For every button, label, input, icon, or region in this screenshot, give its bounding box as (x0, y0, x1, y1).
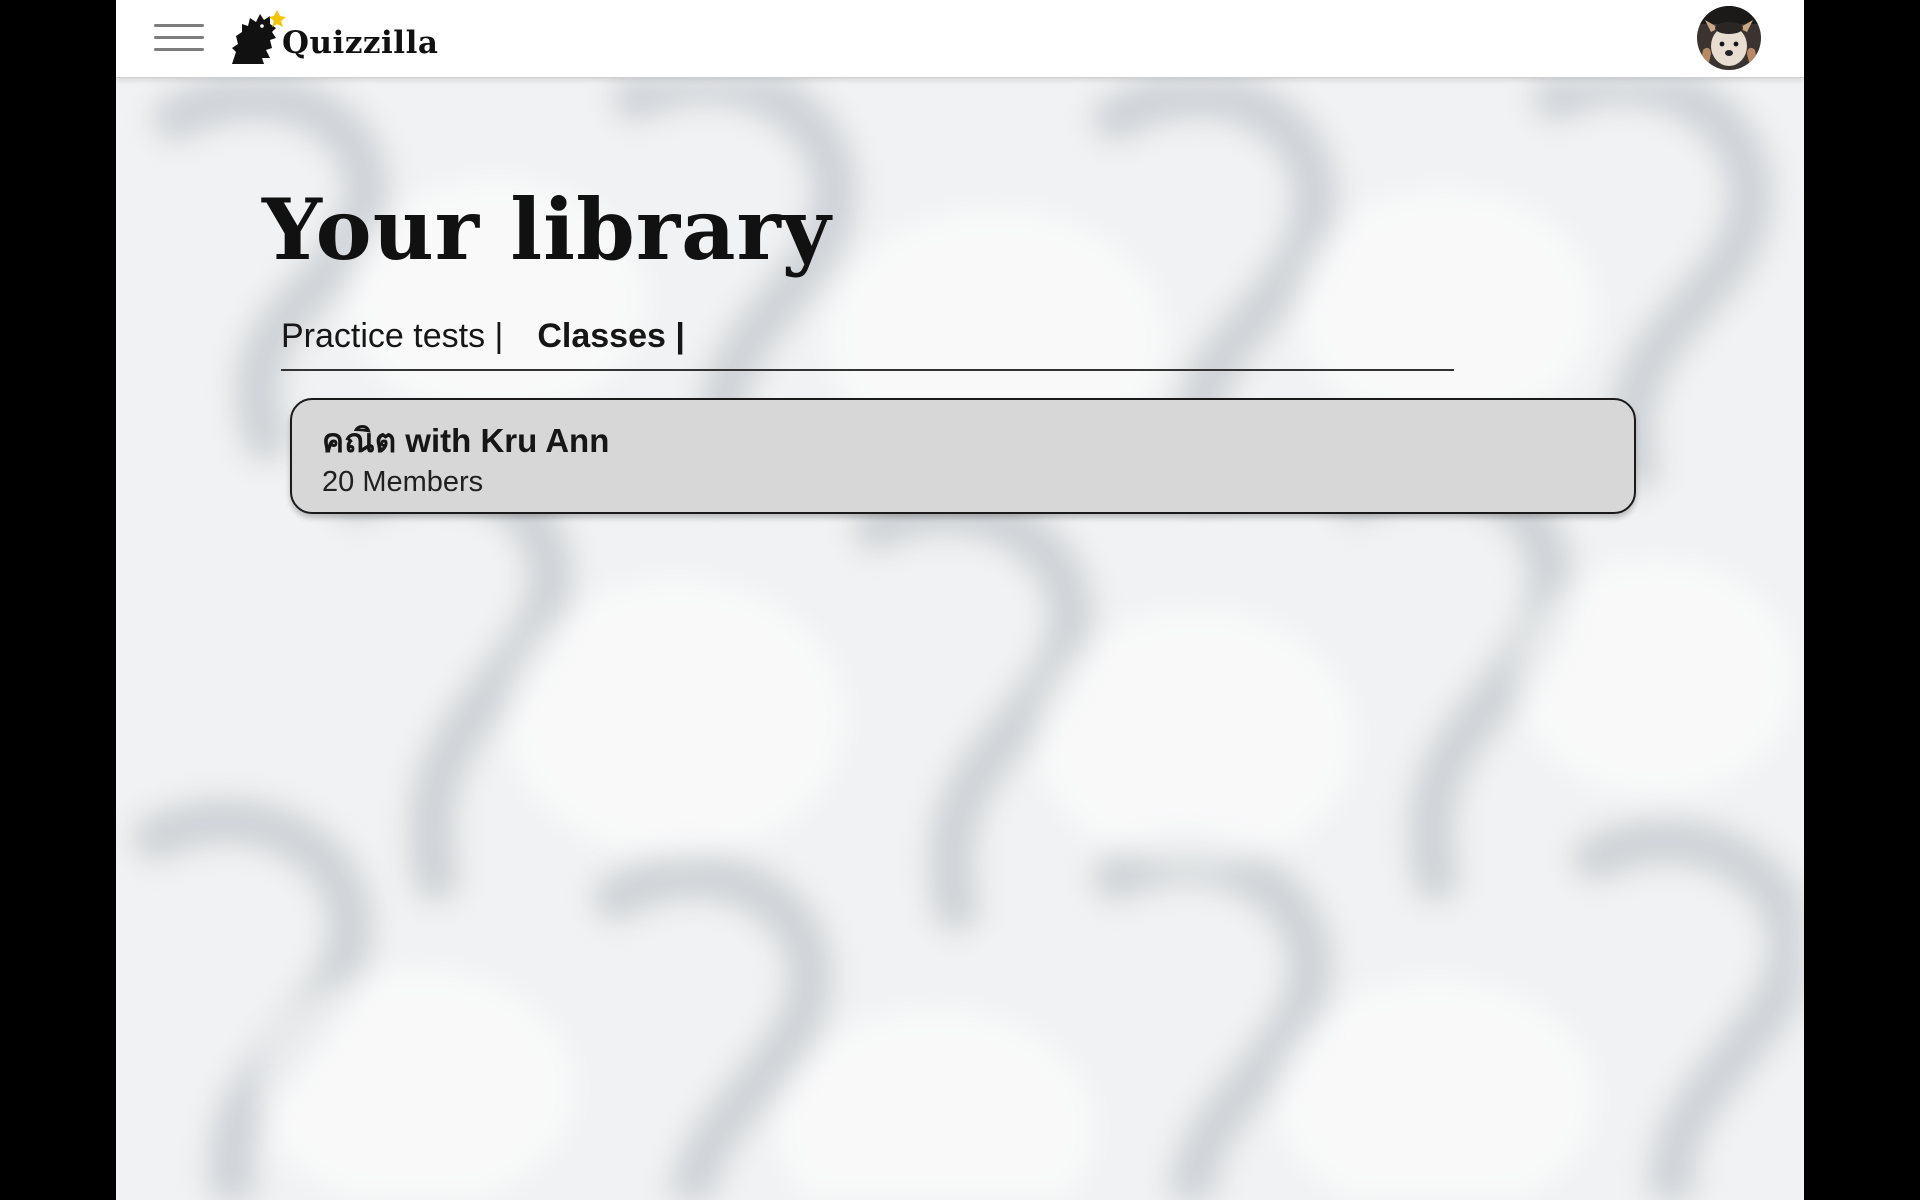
top-navigation-bar: Quizzilla (116, 0, 1804, 78)
app-window: Quizzilla Your library Practice tests | … (116, 0, 1804, 1200)
hamburger-menu-icon[interactable] (154, 22, 204, 54)
class-member-count: 20 Members (322, 466, 484, 498)
tab-classes[interactable]: Classes | (537, 317, 685, 356)
library-tabs: Practice tests | Classes | (281, 314, 685, 358)
class-name: คณิต with Kru Ann (322, 422, 610, 459)
brand-name: Quizzilla (282, 25, 439, 61)
page-title: Your library (262, 180, 832, 279)
tab-practice-tests[interactable]: Practice tests | (281, 317, 503, 356)
tabs-divider (281, 369, 1454, 371)
class-card[interactable]: คณิต with Kru Ann 20 Members (290, 398, 1636, 514)
brand-home-link[interactable]: Quizzilla (226, 8, 438, 68)
user-avatar[interactable] (1697, 6, 1761, 70)
godzilla-logo-icon (232, 10, 286, 64)
